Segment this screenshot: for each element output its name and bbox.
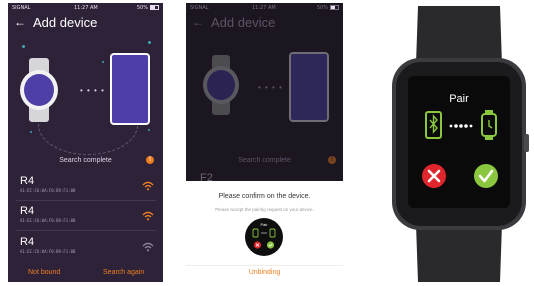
- battery-icon: [150, 5, 159, 10]
- device-mac: A1:EC:C6:0A:F0:B9:F1:0B: [20, 249, 76, 254]
- page-title: Add device: [211, 15, 276, 30]
- watch-illustration: [20, 58, 58, 122]
- add-device-screen: SIGNAL 11:27 AM 50% ← Add device • • • •…: [8, 3, 163, 282]
- device-row[interactable]: R4 A1:EC:C6:0A:F0:B9:F1:0B: [16, 175, 156, 199]
- decor-dot: [30, 131, 32, 133]
- phone-illustration: [289, 52, 329, 122]
- watch-strap-top: [416, 6, 502, 64]
- decor-dot: [148, 41, 151, 44]
- status-battery: 50%: [136, 5, 148, 11]
- watch-face: [24, 74, 54, 106]
- device-row[interactable]: R4 A1:EC:C6:0A:F0:B9:F1:0B: [16, 205, 156, 229]
- confirm-dialog-screen: SIGNAL 11:27 AM 50% ← Add device • • • •…: [186, 3, 343, 282]
- phone-screen: [112, 55, 148, 123]
- info-icon[interactable]: !: [146, 156, 154, 164]
- confirm-icon: [474, 164, 498, 188]
- unbinding-button[interactable]: Unbinding: [186, 269, 343, 276]
- watch-face: [207, 70, 235, 100]
- watch-strap-bottom: [416, 224, 502, 282]
- status-bar: SIGNAL 11:27 AM 50%: [8, 3, 163, 12]
- watch-case: [20, 70, 58, 110]
- watch-illustration: [203, 55, 239, 115]
- info-icon: !: [328, 156, 336, 164]
- decor-dot: [148, 129, 150, 131]
- dialog-subtitle: Please accept the pairing request on you…: [215, 207, 314, 212]
- back-arrow-icon[interactable]: ←: [192, 15, 204, 29]
- status-time: 11:27 AM: [74, 5, 98, 11]
- wifi-signal-icon: [142, 211, 154, 221]
- watch-case: [203, 66, 239, 104]
- decor-dot: [102, 61, 104, 63]
- pair-graphic: [252, 228, 276, 249]
- device-name: R4: [20, 205, 35, 217]
- search-status: Search complete: [238, 157, 291, 164]
- divider: [16, 200, 156, 201]
- phone-illustration: [110, 53, 150, 125]
- dialog-title: Please confirm on the device.: [218, 193, 311, 200]
- cancel-icon: [422, 164, 446, 188]
- watch-screen-title: Pair: [449, 93, 469, 105]
- crown-button: [524, 134, 529, 152]
- device-mac: A1:EC:C6:0A:F0:B9:F1:0B: [20, 188, 76, 193]
- wifi-signal-icon: [142, 242, 154, 252]
- connecting-dots: • • • •: [258, 83, 283, 92]
- status-battery: 50%: [316, 5, 328, 11]
- not-bound-button[interactable]: Not bound: [28, 269, 60, 276]
- connecting-dots: • • • •: [80, 86, 105, 95]
- device-row[interactable]: R4 A1:EC:C6:0A:F0:B9:F1:0B: [16, 236, 156, 260]
- divider: [186, 265, 343, 266]
- search-again-button[interactable]: Search again: [103, 269, 144, 276]
- battery-icon: [330, 5, 339, 10]
- smartwatch-pair-screen: Pair: [392, 6, 529, 282]
- device-mac: A1:EC:C6:0A:F0:B9:F1:0B: [20, 218, 76, 223]
- search-status: Search complete: [59, 157, 112, 164]
- wifi-signal-icon: [142, 181, 154, 191]
- status-bar: SIGNAL 11:27 AM 50%: [186, 3, 343, 12]
- divider: [16, 230, 156, 231]
- status-carrier: SIGNAL: [190, 5, 209, 11]
- confirm-dialog: Please confirm on the device. Please acc…: [186, 181, 343, 282]
- page-title: Add device: [33, 15, 98, 30]
- status-carrier: SIGNAL: [12, 5, 31, 11]
- device-name: R4: [20, 175, 35, 187]
- phone-screen: [291, 54, 327, 120]
- mini-watch-screen: Pair: [245, 218, 283, 256]
- device-name: R4: [20, 236, 35, 248]
- footer-bar: Not bound Search again: [8, 266, 163, 282]
- back-arrow-icon[interactable]: ←: [14, 15, 26, 29]
- decor-dot: [22, 45, 25, 48]
- status-time: 11:27 AM: [252, 5, 276, 11]
